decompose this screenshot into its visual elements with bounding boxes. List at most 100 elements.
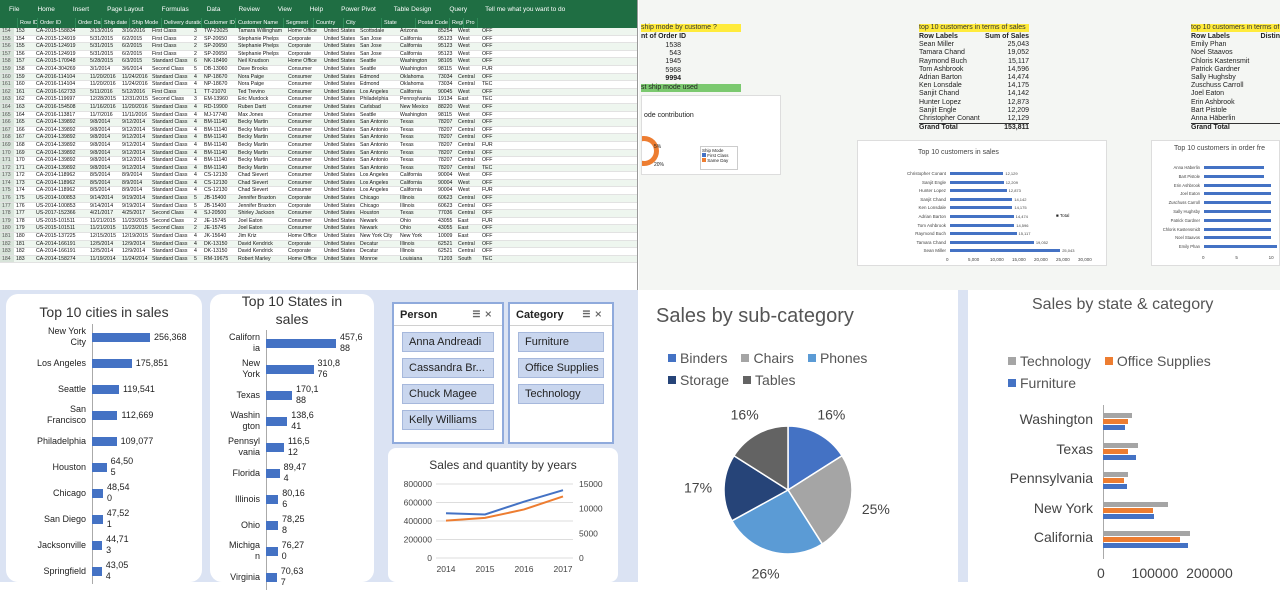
cell[interactable]: Consumer bbox=[286, 112, 322, 119]
cell[interactable]: Second Class bbox=[150, 66, 192, 73]
column-header[interactable]: Customer Name bbox=[236, 18, 284, 28]
cell[interactable]: California bbox=[398, 36, 436, 43]
multi-select-icon[interactable]: ☰ bbox=[472, 309, 484, 319]
cell[interactable]: 12/31/2015 bbox=[120, 96, 150, 103]
cell[interactable]: Seattle bbox=[358, 66, 398, 73]
column-header[interactable]: Order ID bbox=[38, 18, 76, 28]
cell[interactable]: 9/8/2014 bbox=[88, 119, 120, 126]
sheet-row[interactable]: 171 170 CA-2014-139892 9/8/2014 9/12/2014 Sta… bbox=[0, 157, 637, 165]
cell[interactable]: 4 bbox=[192, 150, 202, 157]
cell[interactable]: CS-12130 bbox=[202, 187, 236, 194]
cell[interactable]: CA-2014-139892 bbox=[34, 127, 88, 134]
cell[interactable]: Texas bbox=[398, 165, 436, 172]
cell[interactable]: 162 bbox=[0, 88, 14, 96]
cell[interactable]: Consumer bbox=[286, 134, 322, 141]
cell[interactable]: OFF bbox=[480, 225, 494, 232]
cell[interactable]: Standard Class bbox=[150, 127, 192, 134]
cell[interactable]: Central bbox=[456, 210, 480, 217]
cell[interactable]: 9/8/2014 bbox=[88, 150, 120, 157]
cell[interactable]: 11/20/2016 bbox=[88, 74, 120, 81]
cell[interactable]: 98105 bbox=[436, 58, 456, 65]
cell[interactable]: BM-11140 bbox=[202, 119, 236, 126]
cell[interactable]: United States bbox=[322, 180, 358, 187]
cell[interactable]: TEC bbox=[480, 256, 494, 263]
cell[interactable]: CS-12130 bbox=[202, 172, 236, 179]
cell[interactable]: Central bbox=[456, 74, 480, 81]
cell[interactable]: OFF bbox=[480, 51, 494, 58]
cell[interactable]: 60623 bbox=[436, 195, 456, 202]
cell[interactable]: 156 bbox=[14, 51, 34, 58]
cell[interactable]: Pennsylvania bbox=[398, 96, 436, 103]
cell[interactable]: Texas bbox=[398, 150, 436, 157]
cell[interactable]: California bbox=[398, 172, 436, 179]
cell[interactable]: Standard Class bbox=[150, 58, 192, 65]
cell[interactable]: CA-2015-124919 bbox=[34, 51, 88, 58]
cell[interactable]: CA-2014-139892 bbox=[34, 142, 88, 149]
cell[interactable]: 4/25/2017 bbox=[120, 210, 150, 217]
cell[interactable]: 62521 bbox=[436, 241, 456, 248]
cell[interactable]: United States bbox=[322, 233, 358, 240]
cell[interactable]: San Antonio bbox=[358, 165, 398, 172]
cell[interactable]: New Mexico bbox=[398, 104, 436, 111]
cell[interactable]: Stephanie Phelps bbox=[236, 51, 286, 58]
cell[interactable]: Consumer bbox=[286, 96, 322, 103]
cell[interactable]: Illinois bbox=[398, 241, 436, 248]
cell[interactable]: 172 bbox=[0, 164, 14, 172]
cell[interactable]: 180 bbox=[14, 233, 34, 240]
cell[interactable]: 12/9/2014 bbox=[120, 241, 150, 248]
cell[interactable]: Central bbox=[456, 165, 480, 172]
cell[interactable]: 19134 bbox=[436, 96, 456, 103]
cell[interactable]: 160 bbox=[0, 73, 14, 81]
cell[interactable]: 163 bbox=[0, 96, 14, 103]
cell[interactable]: CA-2016-114104 bbox=[34, 81, 88, 88]
cell[interactable]: CA-2014-139892 bbox=[34, 157, 88, 164]
cell[interactable]: Corporate bbox=[286, 195, 322, 202]
cell[interactable]: United States bbox=[322, 89, 358, 96]
cell[interactable]: Consumer bbox=[286, 89, 322, 96]
cell[interactable]: OFF bbox=[480, 248, 494, 255]
cell[interactable]: 175 bbox=[0, 187, 14, 195]
cell[interactable]: CA-2014-304269 bbox=[34, 66, 88, 73]
cell[interactable]: 4 bbox=[192, 112, 202, 119]
cell[interactable]: California bbox=[398, 187, 436, 194]
sheet-row[interactable]: 182 181 CA-2014-166191 12/5/2014 12/9/2014 St… bbox=[0, 240, 637, 249]
cell[interactable]: Standard Class bbox=[150, 165, 192, 172]
cell[interactable]: New York City bbox=[358, 233, 398, 240]
cell[interactable]: Carlsbad bbox=[358, 104, 398, 111]
cell[interactable]: Consumer bbox=[286, 165, 322, 172]
sheet-row[interactable]: 173 172 CA-2014-118962 8/5/2014 8/9/2014 Stan… bbox=[0, 172, 637, 180]
cell[interactable]: FUR bbox=[480, 66, 494, 73]
cell[interactable]: Central bbox=[456, 119, 480, 126]
cell[interactable]: 8/5/2014 bbox=[88, 187, 120, 194]
cell[interactable]: Ted Trevino bbox=[236, 89, 286, 96]
cell[interactable]: Dave Brooks bbox=[236, 66, 286, 73]
cell[interactable]: Washington bbox=[398, 66, 436, 73]
cell[interactable]: 165 bbox=[14, 119, 34, 126]
column-header[interactable]: Ship Mode bbox=[130, 18, 162, 28]
ribbon-tab[interactable]: Review bbox=[229, 6, 268, 13]
cell[interactable]: 4 bbox=[192, 248, 202, 255]
cell[interactable]: 11/24/2016 bbox=[120, 74, 150, 81]
cell[interactable]: 8/5/2014 bbox=[88, 172, 120, 179]
cell[interactable]: 43055 bbox=[436, 218, 456, 225]
column-header[interactable]: Pro bbox=[464, 18, 478, 28]
cell[interactable]: Home Office bbox=[286, 233, 322, 240]
cell[interactable]: OFF bbox=[480, 134, 494, 141]
column-header[interactable]: Row ID bbox=[18, 18, 38, 28]
sheet-row[interactable]: 177 176 US-2014-100853 9/14/2014 9/19/2014 St… bbox=[0, 202, 637, 211]
cell[interactable]: 78207 bbox=[436, 157, 456, 164]
cell[interactable]: 4/21/2017 bbox=[88, 210, 120, 217]
cell[interactable]: San Antonio bbox=[358, 157, 398, 164]
cell[interactable]: 71203 bbox=[436, 256, 456, 263]
cell[interactable]: 4 bbox=[192, 165, 202, 172]
cell[interactable]: First Class bbox=[150, 51, 192, 58]
cell[interactable]: 5/12/2016 bbox=[120, 89, 150, 96]
cell[interactable]: BM-11140 bbox=[202, 127, 236, 134]
cell[interactable]: 11/23/2015 bbox=[120, 225, 150, 232]
cell[interactable]: 155 bbox=[14, 43, 34, 50]
cell[interactable]: 181 bbox=[0, 233, 14, 240]
cell[interactable]: 183 bbox=[0, 248, 14, 255]
cell[interactable]: 173 bbox=[14, 180, 34, 187]
cell[interactable]: CA-2014-118962 bbox=[34, 187, 88, 194]
cell[interactable]: 90045 bbox=[436, 89, 456, 96]
